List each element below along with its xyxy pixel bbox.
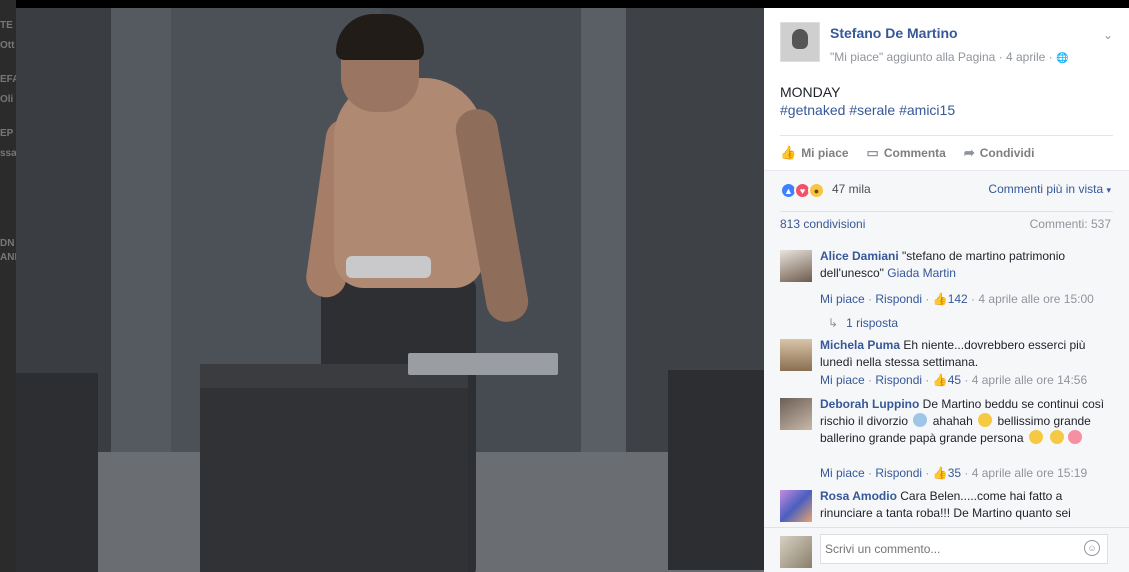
comment-time[interactable]: 4 aprile alle ore 15:00 [978,292,1093,306]
post-side-panel: Stefano De Martino "Mi piace" aggiunto a… [764,8,1129,572]
share-button-label: Condividi [979,146,1035,160]
post-photo[interactable] [16,8,764,572]
comment-like-link[interactable]: Mi piace [820,466,865,480]
page-avatar[interactable] [780,22,820,62]
comment-like-count[interactable]: 45 [948,373,961,387]
comment-author[interactable]: Michela Puma [820,338,900,352]
comments-sort-label: Commenti più in vista [988,182,1104,196]
kiss-emoji-icon [1028,430,1043,444]
comment-actions: Mi piace · Rispondi · 👍35 · 4 aprile all… [820,466,1088,480]
photo-laptop [408,353,558,375]
view-replies-link[interactable]: ↳ 1 risposta [828,316,898,330]
post-meta-text: "Mi piace" aggiunto alla Pagina · 4 apri… [830,50,1056,64]
caret-down-icon: ▾ [1106,185,1111,195]
comment-reply-link[interactable]: Rispondi [875,373,922,387]
comment-author[interactable]: Deborah Luppino [820,397,919,411]
shares-count[interactable]: 813 condivisioni [780,217,865,231]
fearful-emoji-icon [913,413,928,427]
comment-body: Michela Puma Eh niente...dovrebbero esse… [820,337,1113,371]
comment-like-link[interactable]: Mi piace [820,292,865,306]
comment-body: Deborah Luppino De Martino beddu se cont… [820,396,1113,447]
background-text: DN [0,238,15,249]
comment-actions: Mi piace · Rispondi · 👍142 · 4 aprile al… [820,292,1094,306]
comment-item: Deborah Luppino De Martino beddu se cont… [780,396,1113,480]
background-text: ANI [0,252,16,263]
background-text: ssa [0,148,16,159]
comment-item: Michela Puma Eh niente...dovrebbero esse… [780,337,1113,395]
comment-input[interactable] [820,534,1108,564]
like-button-label: Mi piace [801,146,849,160]
grin-emoji-icon [978,413,993,427]
chevron-down-icon[interactable]: ⌄ [1103,28,1113,42]
divider [780,135,1113,136]
background-text: EP [0,128,14,139]
comment-reply-link[interactable]: Rispondi [875,292,922,306]
comment-avatar[interactable] [780,250,812,282]
background-text: TE [0,20,13,31]
comment-icon: ▭ [866,145,879,160]
comment-composer: ☺ [764,527,1129,572]
comment-like-link[interactable]: Mi piace [820,373,865,387]
thumbs-up-icon: 👍 [932,292,948,306]
reaction-icons[interactable]: ▲ ♥ ● [780,182,825,199]
background-text: Ott [0,40,15,51]
like-button[interactable]: 👍 Mi piace [780,143,849,163]
post-hashtags[interactable]: #getnaked #serale #amici15 [780,101,955,120]
background-text: EFA [0,74,16,85]
comment-like-count[interactable]: 142 [948,292,968,306]
comment-actions: Mi piace · Rispondi · 👍45 · 4 aprile all… [820,373,1088,387]
share-arrow-icon: ➦ [963,145,975,160]
photo-figure-waistband [346,256,431,278]
comment-text: ahahah [932,414,973,428]
photo-desk-left [16,373,98,572]
post-actions: 👍 Mi piace ▭ Commenta ➦ Condividi [780,143,1034,163]
comment-body: Alice Damiani "stefano de martino patrim… [820,248,1113,282]
comment-author[interactable]: Rosa Amodio [820,489,897,503]
comment-button-label: Commenta [883,146,946,160]
thumbs-up-icon: 👍 [932,373,948,387]
comment-avatar[interactable] [780,339,812,371]
globe-icon: 🌐 [1055,53,1069,64]
reaction-count[interactable]: 47 mila [832,182,871,196]
comment-button[interactable]: ▭ Commenta [867,143,946,163]
comment-time[interactable]: 4 aprile alle ore 14:56 [972,373,1087,387]
post-meta: "Mi piace" aggiunto alla Pagina · 4 apri… [830,50,1068,64]
comment-item: Rosa Amodio Cara Belen.....come hai fatt… [780,488,1113,527]
heart-emoji-icon [1068,430,1083,444]
photo-desk-right [668,370,764,570]
comment-mention[interactable]: Giada Martin [887,266,956,280]
heart-eyes-emoji-icon [1050,430,1065,444]
background-page-strip: TE Ott EFA Oli EP ssa DN ANI [0,0,16,572]
thumbs-up-icon: 👍 [780,145,797,160]
comments-count: Commenti: 537 [1029,217,1111,231]
comment-reply-link[interactable]: Rispondi [875,466,922,480]
reply-arrow-icon: ↳ [828,316,839,330]
comment-item: Alice Damiani "stefano de martino patrim… [780,248,1113,338]
current-user-avatar [780,536,812,568]
background-text: Oli [0,94,14,105]
wow-reaction-icon: ● [808,182,825,199]
page-name-link[interactable]: Stefano De Martino [830,25,958,41]
post-text: MONDAY [780,84,841,100]
comments-sort-dropdown[interactable]: Commenti più in vista ▾ [988,182,1111,196]
comment-like-count[interactable]: 35 [948,466,961,480]
share-button[interactable]: ➦ Condividi [964,143,1035,163]
comment-body: Rosa Amodio Cara Belen.....come hai fatt… [820,488,1113,522]
comment-author[interactable]: Alice Damiani [820,249,899,263]
divider [780,211,1113,212]
comment-avatar[interactable] [780,490,812,522]
emoji-picker-icon[interactable]: ☺ [1084,540,1100,556]
post-header: Stefano De Martino "Mi piace" aggiunto a… [780,18,1113,68]
comments-list[interactable]: Alice Damiani "stefano de martino patrim… [764,242,1129,527]
comment-time[interactable]: 4 aprile alle ore 15:19 [972,466,1087,480]
replies-count: 1 risposta [846,316,899,330]
thumbs-up-icon: 👍 [932,466,948,480]
comment-avatar[interactable] [780,398,812,430]
photo-desk-main [200,364,468,572]
